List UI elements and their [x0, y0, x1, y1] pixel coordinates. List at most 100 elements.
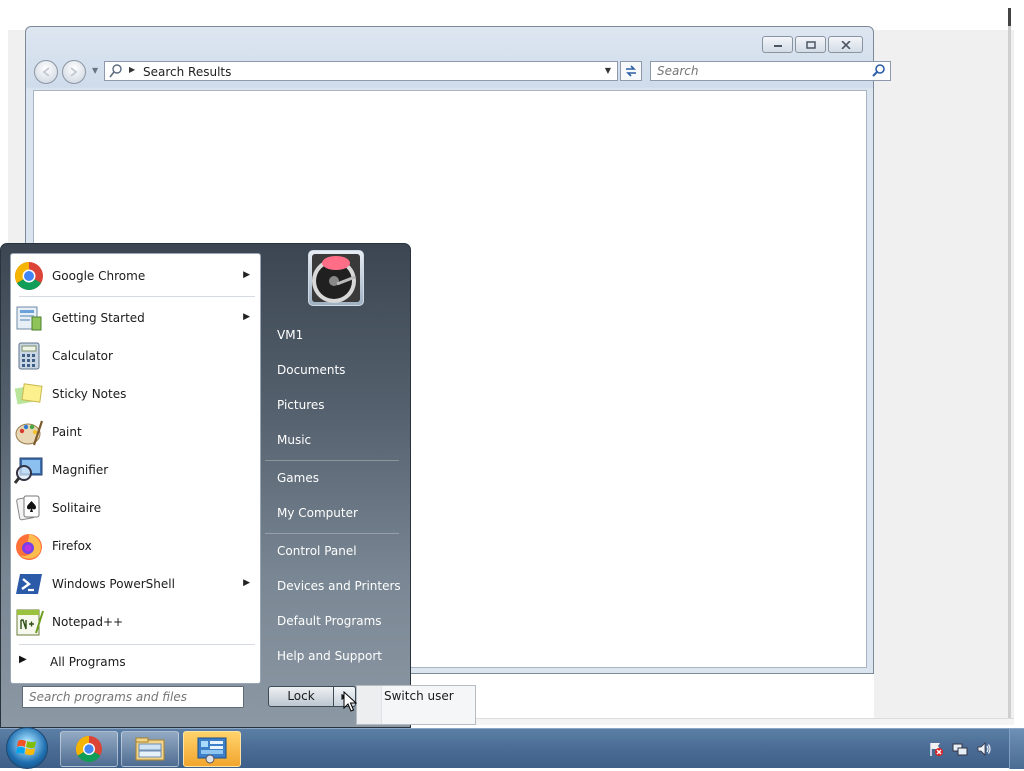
maximize-icon [805, 40, 816, 49]
place-documents[interactable]: Documents [267, 357, 407, 383]
all-programs-button[interactable]: ▶ All Programs [11, 650, 260, 676]
place-help-and-support[interactable]: Help and Support [267, 643, 407, 669]
paint-icon [15, 420, 44, 446]
taskbar-control-panel-button[interactable] [183, 731, 241, 767]
breadcrumb-arrow-icon[interactable]: ▶ [129, 65, 135, 74]
recent-pages-dropdown-icon[interactable]: ▼ [92, 66, 98, 75]
action-center-flag-icon[interactable] [928, 741, 944, 757]
getting-started-icon [16, 306, 42, 331]
solitaire-icon [16, 495, 40, 521]
background-window-strip-left [8, 30, 26, 245]
firefox-icon [16, 534, 42, 560]
refresh-button[interactable] [620, 61, 642, 81]
place-music[interactable]: Music [267, 427, 407, 453]
user-avatar[interactable] [308, 250, 364, 306]
show-desktop-button[interactable] [1009, 729, 1024, 769]
program-solitaire[interactable]: Solitaire [11, 490, 260, 526]
program-windows-powershell[interactable]: Windows PowerShell ▶ [11, 566, 260, 602]
refresh-icon [626, 65, 636, 77]
menu-gutter [357, 686, 382, 724]
network-icon[interactable] [952, 741, 968, 757]
program-label: Sticky Notes [52, 387, 127, 401]
program-notepadpp[interactable]: Notepad++ [11, 604, 260, 640]
program-paint[interactable]: Paint [11, 414, 260, 450]
place-user-folder[interactable]: VM1 [267, 322, 407, 348]
background-scrollbar-thumb[interactable] [1008, 8, 1011, 26]
program-label: Magnifier [52, 463, 109, 477]
submenu-arrow-icon[interactable]: ▶ [243, 578, 250, 588]
program-label: Calculator [52, 349, 113, 363]
taskbar-chrome-button[interactable] [60, 731, 118, 767]
background-window-strip [874, 30, 1014, 720]
minimize-button[interactable] [762, 36, 793, 53]
submenu-arrow-icon[interactable]: ▶ [243, 270, 250, 280]
maximize-button[interactable] [795, 36, 826, 53]
back-button[interactable] [34, 60, 58, 84]
power-options-menu: Switch user [356, 685, 476, 725]
program-magnifier[interactable]: Magnifier [11, 452, 260, 488]
notepadpp-icon [16, 609, 44, 636]
program-label: Paint [52, 425, 82, 439]
place-label: Games [277, 471, 319, 485]
place-label: Control Panel [277, 544, 357, 558]
programs-pane: Google Chrome ▶ Getting Started ▶ Calcul… [10, 253, 261, 684]
program-label: Getting Started [52, 311, 145, 325]
lock-button[interactable]: Lock [268, 686, 334, 707]
user-picture-icon [312, 254, 360, 303]
address-dropdown-icon[interactable]: ▼ [605, 66, 611, 75]
volume-icon[interactable] [976, 741, 992, 757]
sticky-notes-icon [14, 383, 43, 405]
taskbar-explorer-button[interactable] [121, 731, 179, 767]
submenu-arrow-icon[interactable]: ▶ [243, 312, 250, 322]
start-button[interactable] [6, 727, 48, 769]
program-calculator[interactable]: Calculator [11, 338, 260, 374]
powershell-icon [16, 574, 42, 594]
address-bar[interactable]: ▶ Search Results ▼ [104, 61, 618, 81]
program-getting-started[interactable]: Getting Started ▶ [11, 300, 260, 336]
place-label: Help and Support [277, 649, 382, 663]
explorer-icon [135, 737, 165, 761]
divider [265, 533, 399, 534]
place-label: VM1 [277, 328, 304, 342]
minimize-icon [773, 44, 782, 47]
explorer-search-field[interactable] [650, 61, 891, 81]
program-google-chrome[interactable]: Google Chrome ▶ [11, 258, 260, 294]
windows-logo-icon [16, 739, 36, 756]
chrome-icon [15, 262, 43, 290]
forward-button[interactable] [62, 60, 86, 84]
program-firefox[interactable]: Firefox [11, 528, 260, 564]
navigation-bar: ▼ ▶ Search Results ▼ [34, 60, 891, 84]
place-my-computer[interactable]: My Computer [267, 500, 407, 526]
program-label: Google Chrome [52, 269, 146, 283]
forward-arrow-icon [70, 67, 78, 77]
address-text: Search Results [143, 65, 232, 79]
place-games[interactable]: Games [267, 465, 407, 491]
place-label: Default Programs [277, 614, 382, 628]
search-folder-icon [109, 64, 123, 81]
switch-user-menu-item[interactable]: Switch user [384, 689, 454, 703]
taskbar [0, 727, 1024, 769]
close-button[interactable] [828, 36, 863, 53]
window-controls [762, 36, 863, 53]
place-default-programs[interactable]: Default Programs [267, 608, 407, 634]
program-label: Solitaire [52, 501, 102, 515]
search-icon[interactable] [872, 64, 885, 80]
back-arrow-icon [42, 67, 50, 77]
background-scrollbar[interactable] [1008, 8, 1011, 718]
expand-arrow-icon: ▶ [19, 654, 27, 665]
program-label: Firefox [52, 539, 92, 553]
calculator-icon [18, 342, 40, 370]
all-programs-label: All Programs [50, 655, 126, 669]
place-pictures[interactable]: Pictures [267, 392, 407, 418]
place-label: My Computer [277, 506, 358, 520]
start-search-input[interactable] [29, 689, 239, 705]
place-label: Documents [277, 363, 346, 377]
chrome-icon [75, 735, 102, 763]
program-sticky-notes[interactable]: Sticky Notes [11, 376, 260, 412]
place-control-panel[interactable]: Control Panel [267, 538, 407, 564]
divider [19, 644, 255, 645]
start-search-field[interactable] [22, 686, 244, 708]
start-menu: Google Chrome ▶ Getting Started ▶ Calcul… [0, 243, 411, 728]
explorer-search-input[interactable] [657, 63, 857, 79]
place-devices-and-printers[interactable]: Devices and Printers [267, 573, 407, 599]
